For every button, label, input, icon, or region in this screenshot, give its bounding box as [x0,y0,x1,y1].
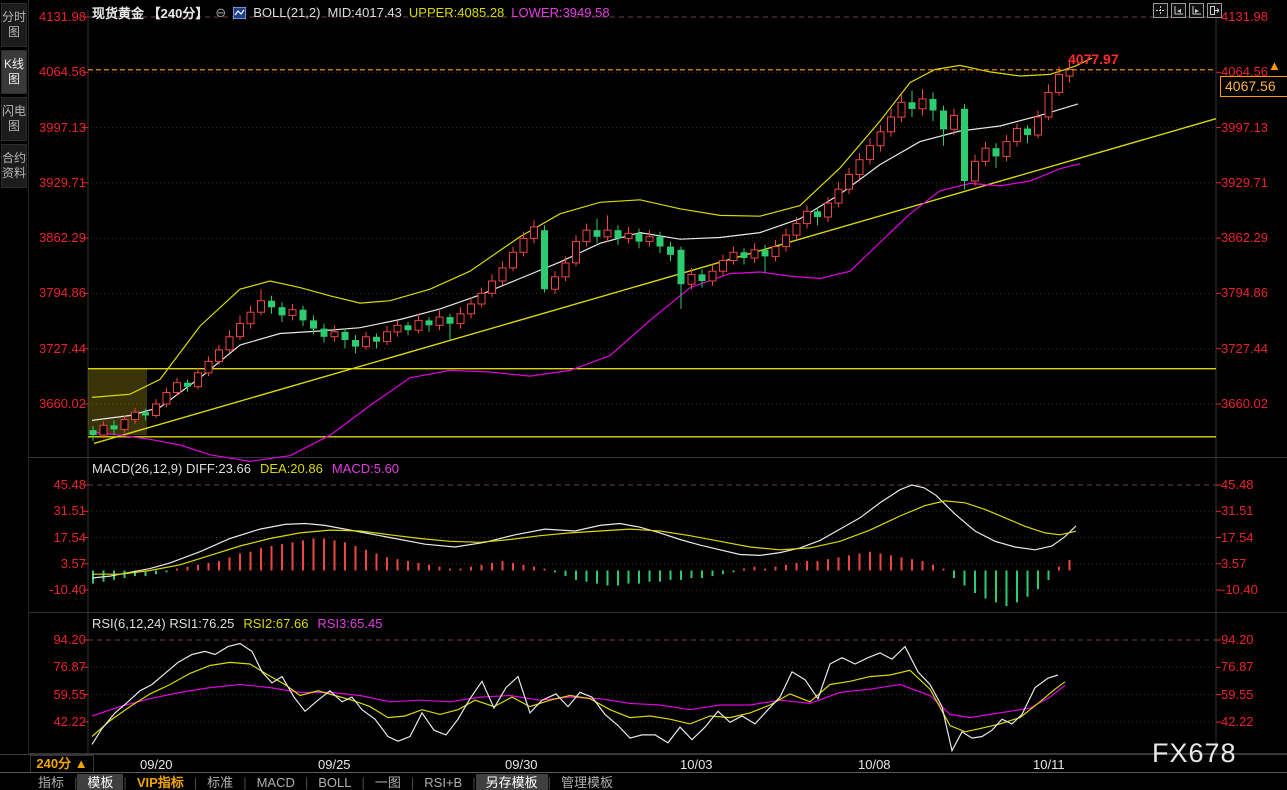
boll-lower-value: LOWER:3949.58 [511,5,609,20]
x-axis-date-label: 09/30 [505,757,538,772]
x-axis-date-label: 09/25 [318,757,351,772]
toolbar-item[interactable]: 一图 [365,774,411,790]
chart-tool-icons [1153,3,1222,18]
main-chart-header: 现货黄金 【240分】 ⊖ BOLL(21,2) MID:4017.43 UPP… [92,3,610,22]
y-axis-label-right: 59.55 [1221,687,1283,703]
chart-type-sidebar: 分时图 K线图闪电图合约资料 [0,0,29,755]
latest-price-arrow-icon[interactable]: ▲ [1268,58,1281,73]
period-bracket-label: 【240分】 [148,6,209,21]
shift-right-icon[interactable] [1189,3,1204,18]
rsi3-value: RSI3:65.45 [317,616,382,631]
y-axis-label-right: 3929.71 [1221,175,1283,191]
candlestick-series [90,61,1074,441]
toolbar-item[interactable]: 另存模板 [476,774,548,790]
y-axis-label-left: 3997.13 [30,120,86,136]
highlight-zone [88,368,147,435]
boll-upper-value: UPPER:4085.28 [409,5,504,20]
rsi-params-label[interactable]: RSI(6,12,24) RSI1:76.25 [92,616,234,631]
bottom-toolbar: 指标|模板|VIP指标|标准|MACD|BOLL|一图|RSI+B|另存模板|管… [0,772,1287,790]
swing-high-price-label: 4077.97 [1068,51,1119,67]
y-axis-label-right: 3862.29 [1221,230,1283,246]
macd-panel-header: MACD(26,12,9) DIFF:23.66 DEA:20.86 MACD:… [92,461,399,476]
toolbar-item[interactable]: BOLL [308,774,361,790]
toolbar-item[interactable]: 指标 [28,774,74,790]
y-axis-label-left: 42.22 [30,714,86,730]
time-axis-row [0,754,1287,773]
y-axis-label-left: 17.54 [30,530,86,546]
toolbar-item[interactable]: VIP指标 [127,774,194,790]
y-axis-label-right: -10.40 [1221,582,1283,598]
boll-lower-band [92,164,1080,462]
restore-chart-icon[interactable] [1207,3,1222,18]
y-axis-label-right: 31.51 [1221,503,1283,519]
y-axis-label-left: 3862.29 [30,230,86,246]
sidebar-tab-item[interactable]: 闪电图 [1,97,27,141]
chart-application-window: 分时图 K线图闪电图合约资料 现货黄金 【240分】 ⊖ BOLL(21,2) M… [0,0,1287,790]
chart-canvas[interactable] [0,0,1287,790]
y-axis-label-left: 3929.71 [30,175,86,191]
indicator-chart-icon [233,7,246,19]
y-axis-label-right: 42.22 [1221,714,1283,730]
y-axis-label-left: 3660.02 [30,396,86,412]
y-axis-label-left: 31.51 [30,503,86,519]
y-axis-label-right: 3727.44 [1221,341,1283,357]
y-axis-label-left: 76.87 [30,659,86,675]
shift-left-icon[interactable] [1171,3,1186,18]
y-axis-label-left: 4131.98 [30,9,86,25]
y-axis-label-right: 4131.98 [1221,9,1283,25]
boll-mid-value: MID:4017.43 [327,5,401,20]
boll-upper-band [92,58,1092,397]
sidebar-tab-item[interactable]: 合约资料 [1,144,27,188]
toolbar-item[interactable]: 标准 [197,774,243,790]
x-axis-date-label: 10/08 [858,757,891,772]
y-axis-label-left: 4064.56 [30,64,86,80]
toolbar-item[interactable]: 管理模板 [551,774,623,790]
sidebar-tab-item[interactable]: 分时图 [1,3,27,47]
macd-hist-value: MACD:5.60 [332,461,399,476]
sidebar-tab-active[interactable]: K线图 [1,50,27,94]
y-axis-label-right: 76.87 [1221,659,1283,675]
timeframe-selector[interactable]: 240分 ▲ [30,755,94,773]
y-axis-label-left: 3794.86 [30,285,86,301]
symbol-and-period-label: 现货黄金 【240分】 [92,3,208,22]
x-axis-date-label: 10/11 [1033,757,1065,772]
boll-indicator-label[interactable]: BOLL(21,2) [253,5,320,20]
y-axis-label-left: -10.40 [30,582,86,598]
rsi-panel-header: RSI(6,12,24) RSI1:76.25 RSI2:67.66 RSI3:… [92,616,382,631]
rsi3-line [92,685,1065,718]
y-axis-label-left: 3.57 [30,556,86,572]
y-axis-label-right: 94.20 [1221,632,1283,648]
y-axis-label-right: 3660.02 [1221,396,1283,412]
y-axis-label-right: 3794.86 [1221,285,1283,301]
macd-dea-value: DEA:20.86 [260,461,323,476]
x-axis-date-label: 10/03 [680,757,713,772]
y-axis-label-right: 17.54 [1221,530,1283,546]
y-axis-label-left: 59.55 [30,687,86,703]
current-price-badge: 4067.56 [1220,76,1287,97]
boll-mid-band [92,104,1078,421]
symbol-label: 现货黄金 [92,6,144,21]
toolbar-item[interactable]: RSI+B [414,774,472,790]
collapse-icon[interactable]: ⊖ [215,5,226,21]
trend-line [94,119,1216,444]
macd-params-label[interactable]: MACD(26,12,9) DIFF:23.66 [92,461,251,476]
fx678-watermark: FX678 [1152,738,1237,769]
rsi2-value: RSI2:67.66 [243,616,308,631]
y-axis-label-left: 94.20 [30,632,86,648]
y-axis-label-right: 3.57 [1221,556,1283,572]
y-axis-label-left: 45.48 [30,477,86,493]
y-axis-label-left: 3727.44 [30,341,86,357]
x-axis-date-label: 09/20 [140,757,173,772]
pan-tool-icon[interactable] [1153,3,1168,18]
toolbar-item[interactable]: 模板 [77,774,123,790]
y-axis-label-right: 45.48 [1221,477,1283,493]
toolbar-item[interactable]: MACD [247,774,305,790]
macd-histogram [93,539,1070,607]
y-axis-label-right: 3997.13 [1221,120,1283,136]
